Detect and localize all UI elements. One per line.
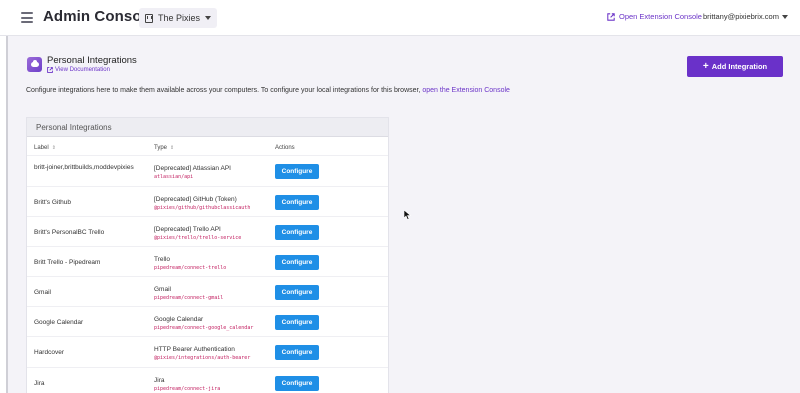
intro-text: Configure integrations here to make them… [26,87,510,94]
sort-icon: ⇕ [170,145,175,151]
column-header-label[interactable]: Label ⇕ [34,145,56,151]
integration-type: Gmail [154,286,171,293]
integration-label: Jira [34,380,45,387]
integration-id: @pixies/integrations/auth-bearer [154,355,251,361]
left-sidebar-edge [0,36,8,393]
integration-type: [Deprecated] GitHub (Token) [154,196,237,203]
configure-button[interactable]: Configure [275,285,319,300]
column-header-type[interactable]: Type ⇕ [154,145,174,151]
add-integration-button[interactable]: + Add Integration [687,56,783,77]
sort-icon: ⇕ [51,145,56,151]
intro-body: Configure integrations here to make them… [26,87,423,94]
open-extension-console-label: Open Extension Console [619,12,702,21]
integration-label: Hardcover [34,349,64,356]
integration-id: @pixies/trello/trello-service [154,235,242,241]
user-email: brittany@pixiebrix.com [703,12,779,21]
app-title: Admin Console [43,8,155,25]
table-row: Jira Jira pipedream/connect-jira Configure [27,367,388,393]
hamburger-menu-icon[interactable] [21,12,33,23]
integration-label: Britt's Github [34,199,72,206]
table-row: Hardcover HTTP Bearer Authentication @pixi… [27,336,388,366]
user-menu[interactable]: brittany@pixiebrix.com [703,12,788,21]
open-extension-console-link[interactable]: Open Extension Console [607,12,702,21]
configure-button[interactable]: Configure [275,345,319,360]
organization-selector[interactable]: The Pixies [139,8,218,28]
integration-label: Britt Trello - Pipedream [34,259,101,266]
open-extension-console-inline-link[interactable]: open the Extension Console [422,87,510,94]
configure-button[interactable]: Configure [275,164,319,179]
integration-label: britt-joiner,brittbuilds,moddevpixies [34,164,134,171]
configure-button[interactable]: Configure [275,255,319,270]
table-row: Britt Trello - Pipedream Trello pipedream/… [27,246,388,276]
configure-button[interactable]: Configure [275,225,319,240]
configure-button[interactable]: Configure [275,315,319,330]
integration-id: pipedream/connect-google_calendar [154,325,254,331]
integration-type: Trello [154,256,171,263]
integration-id: pipedream/connect-gmail [154,295,224,301]
integration-label: Gmail [34,289,51,296]
table-row: Gmail Gmail pipedream/connect-gmail Configu… [27,276,388,306]
chevron-down-icon [205,16,212,20]
integration-type: [Deprecated] Atlassian API [154,165,231,172]
integration-label: Britt's PersonalBC Trello [34,229,105,236]
integration-type: Google Calendar [154,316,204,323]
view-documentation-label: View Documentation [55,67,110,73]
configure-button[interactable]: Configure [275,195,319,210]
integration-type: Jira [154,377,165,384]
plus-icon: + [702,60,709,72]
view-documentation-link[interactable]: View Documentation [47,67,110,73]
configure-button[interactable]: Configure [275,376,319,391]
external-link-icon [47,67,53,73]
column-header-actions: Actions [275,145,295,151]
external-link-icon [607,12,615,21]
column-header-label-text: Label [34,145,49,151]
table-row: britt-joiner,brittbuilds,moddevpixies [De… [27,155,388,185]
integration-label: Google Calendar [34,319,84,326]
top-navbar: Admin Console The Pixies Open Extension … [0,0,800,36]
integration-id: atlassian/api [154,174,194,180]
integration-type: [Deprecated] Trello API [154,226,221,233]
integration-type: HTTP Bearer Authentication [154,346,235,353]
organization-name: The Pixies [158,13,201,23]
page-title: Personal Integrations [47,55,137,66]
table-row: Britt's PersonalBC Trello [Deprecated] Tr… [27,216,388,246]
table-row: Google Calendar Google Calendar pipedream/… [27,306,388,336]
cloud-icon [27,57,42,72]
add-integration-label: Add Integration [711,62,768,71]
integration-id: pipedream/connect-jira [154,386,221,392]
card-header: Personal Integrations [27,118,388,137]
building-icon [145,13,153,23]
column-header-actions-text: Actions [275,145,295,151]
mouse-cursor-icon [404,210,412,220]
integration-id: pipedream/connect-trello [154,265,227,271]
integration-id: @pixies/github/githubclassicauth [154,205,251,211]
table-row: Britt's Github [Deprecated] GitHub (Token… [27,186,388,216]
column-header-type-text: Type [154,145,168,151]
integrations-card: Personal Integrations Label ⇕ Type ⇕ Act… [26,117,389,393]
chevron-down-icon [781,14,788,19]
